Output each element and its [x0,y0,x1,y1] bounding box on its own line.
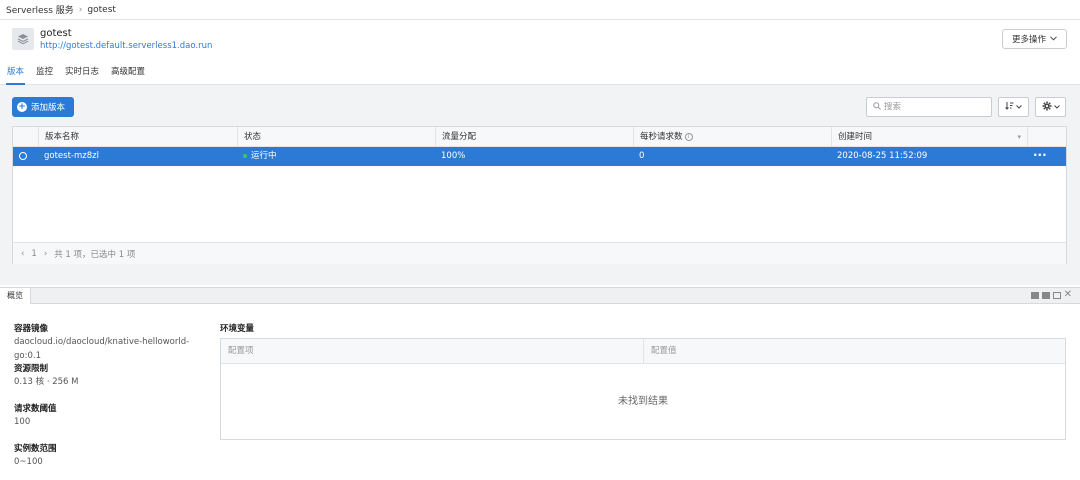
env-vars-title: 环境变量 [220,324,255,334]
pager-summary: 共 1 项，已选中 1 项 [54,249,136,260]
plus-circle-icon: + [17,102,27,112]
cell-status-text: 运行中 [251,151,277,161]
cell-status: 运行中 [237,147,277,166]
info-icon[interactable]: i [684,132,693,141]
column-header-created[interactable]: 创建时间 ▾ [831,127,1027,147]
versions-table: 版本名称 状态 流量分配 每秒请求数 i 创建时间 ▾ gotest-mz8zl … [12,126,1067,264]
pager-prev[interactable]: ‹ [21,249,24,259]
resource-limit-value: 0.13 核 · 256 M [14,377,79,387]
column-header-traffic[interactable]: 流量分配 [435,127,633,147]
panel-minimize-icon[interactable] [1030,291,1039,299]
app-header: gotest http://gotest.default.serverless1… [0,20,1080,60]
chevron-down-icon [1053,102,1060,112]
cell-created: 2020-08-25 11:52:09 [837,151,928,161]
overview-info: 容器镜像 daocloud.io/daocloud/knative-hellow… [14,322,214,480]
image-value: daocloud.io/daocloud/knative-helloworld-… [14,337,190,361]
settings-button[interactable] [1035,97,1066,117]
cell-name: gotest-mz8zl [44,151,99,161]
env-vars-table: 配置项 配置值 未找到结果 [220,338,1066,440]
actions-column-header [1027,127,1067,147]
pagination: ‹ 1 › 共 1 项，已选中 1 项 [13,242,1066,264]
image-label: 容器镜像 [14,324,49,334]
sort-button[interactable] [998,97,1029,117]
column-header-status[interactable]: 状态 [237,127,435,147]
breadcrumb: Serverless 服务 › gotest [0,0,1080,20]
row-radio[interactable] [19,152,27,160]
tab-overview[interactable]: 概览 [0,288,31,304]
sort-icon [1005,101,1014,113]
request-threshold-value: 100 [14,417,31,427]
layers-icon [12,28,34,50]
instance-range-value: 0~100 [14,457,43,467]
tab-realtime-logs[interactable]: 实时日志 [64,60,100,85]
chevron-down-icon [1050,34,1057,44]
more-actions-button[interactable]: 更多操作 [1002,29,1067,49]
search-input[interactable] [884,102,984,112]
table-header: 版本名称 状态 流量分配 每秒请求数 i 创建时间 ▾ [13,127,1066,147]
breadcrumb-separator: › [78,4,83,15]
pager-next[interactable]: › [44,249,47,259]
env-table-header: 配置项 配置值 [221,339,1065,364]
select-column-header [13,127,38,147]
cell-traffic: 100% [441,151,466,161]
column-header-rps-label: 每秒请求数 [640,132,683,142]
panel-dock-icon[interactable] [1041,291,1050,299]
versions-workarea: + 添加版本 版本名称 状态 流量分配 每秒请求数i [0,85,1080,285]
app-url-link[interactable]: http://gotest.default.serverless1.dao.ru… [40,41,212,51]
more-horizontal-icon[interactable]: ··· [1033,147,1053,164]
table-row[interactable]: gotest-mz8zl 运行中 100% 0 2020-08-25 11:52… [13,147,1066,166]
detail-panel-header: 概览 ✕ [0,287,1080,304]
env-empty-state: 未找到结果 [618,396,668,407]
gear-icon [1042,101,1052,114]
panel-maximize-icon[interactable] [1052,291,1061,299]
chevron-down-icon [1016,102,1022,112]
sort-caret-icon: ▾ [1017,133,1021,141]
status-dot-icon [243,153,247,158]
env-column-key: 配置项 [228,346,254,356]
breadcrumb-current: gotest [87,4,116,15]
cell-rps: 0 [639,151,645,161]
column-header-created-label: 创建时间 [838,132,873,142]
add-version-label: 添加版本 [31,103,66,113]
tab-monitoring[interactable]: 监控 [35,60,54,85]
tab-advanced-config[interactable]: 高级配置 [110,60,146,85]
request-threshold-label: 请求数阈值 [14,404,57,414]
app-title: gotest [40,28,72,39]
more-actions-label: 更多操作 [1011,35,1046,45]
resource-limit-label: 资源限制 [14,364,49,374]
column-header-name[interactable]: 版本名称 [38,127,237,147]
column-header-rps[interactable]: 每秒请求数 i [633,127,831,147]
search-icon [873,101,881,113]
panel-controls: ✕ [1030,290,1072,300]
add-version-button[interactable]: + 添加版本 [12,97,74,117]
search-box[interactable] [866,97,992,117]
tab-versions[interactable]: 版本 [6,60,26,85]
tab-bar: 版本 监控 实时日志 高级配置 [0,60,1080,85]
close-icon[interactable]: ✕ [1064,290,1072,300]
env-column-value: 配置值 [643,339,1065,364]
pager-page[interactable]: 1 [31,249,36,259]
breadcrumb-root[interactable]: Serverless 服务 [6,3,74,16]
instance-range-label: 实例数范围 [14,444,57,454]
